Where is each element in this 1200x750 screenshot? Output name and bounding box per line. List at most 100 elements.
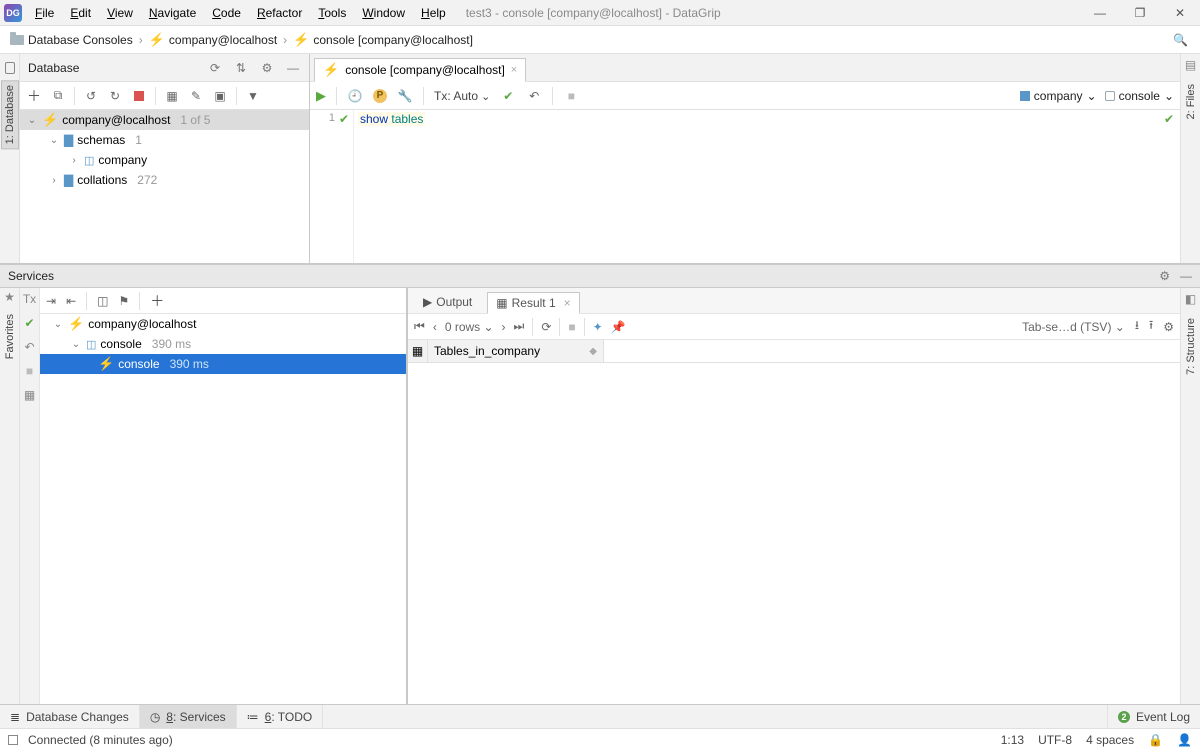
hide-panel-button[interactable]: — bbox=[285, 60, 301, 76]
window-close-button[interactable]: ✕ bbox=[1160, 0, 1200, 26]
services-tree[interactable]: ⌄ ⚡ company@localhost ⌄ ◫ console 390 ms… bbox=[40, 314, 406, 704]
add-datasource-button[interactable]: ＋ bbox=[26, 88, 42, 104]
window-minimize-button[interactable]: — bbox=[1080, 0, 1120, 26]
collapse-all-icon[interactable]: ⇤ bbox=[66, 294, 76, 308]
prev-page-icon[interactable]: ‹ bbox=[433, 320, 437, 334]
breadcrumb-root[interactable]: Database Consoles bbox=[6, 33, 137, 47]
tool-tab-favorites[interactable]: Favorites bbox=[2, 310, 18, 363]
wrench-icon[interactable]: 🔧 bbox=[397, 88, 413, 104]
window-maximize-button[interactable]: ❐ bbox=[1120, 0, 1160, 26]
add-service-button[interactable]: ＋ bbox=[150, 291, 164, 311]
tree-node-collations[interactable]: › ▇ collations 272 bbox=[20, 170, 309, 190]
menu-edit[interactable]: Edit bbox=[62, 3, 99, 23]
sync-icon[interactable]: ⟳ bbox=[207, 60, 223, 76]
stop-button[interactable] bbox=[131, 88, 147, 104]
download-icon[interactable]: ⭳ bbox=[1135, 316, 1139, 337]
close-tab-icon[interactable]: × bbox=[564, 296, 571, 310]
export-format-dropdown[interactable]: Tab-se…d (TSV) ⌄ bbox=[1022, 320, 1125, 334]
expand-all-icon[interactable]: ⇥ bbox=[46, 294, 56, 308]
files-stripe-icon[interactable]: ▤ bbox=[1185, 58, 1196, 72]
tx-mode-dropdown[interactable]: Tx: Auto ⌄ bbox=[434, 89, 490, 103]
duplicate-icon[interactable]: ⧉ bbox=[50, 88, 66, 104]
grid-column-header[interactable]: Tables_in_company◆ bbox=[428, 340, 604, 362]
search-everywhere-icon[interactable]: 🔍 bbox=[1173, 33, 1188, 47]
tab-result-1[interactable]: ▦Result 1× bbox=[487, 292, 579, 314]
history-icon[interactable]: 🕘 bbox=[347, 88, 363, 104]
gear-icon[interactable]: ⚙ bbox=[1163, 320, 1174, 334]
menu-refactor[interactable]: Refactor bbox=[249, 3, 310, 23]
breadcrumb-connection[interactable]: ⚡company@localhost bbox=[145, 32, 281, 48]
tx-icon[interactable]: Tx bbox=[23, 292, 36, 306]
sort-icon[interactable]: ◆ bbox=[589, 346, 597, 357]
indent-settings[interactable]: 4 spaces bbox=[1086, 733, 1134, 747]
run-button[interactable]: ▶ bbox=[316, 88, 326, 104]
status-icon[interactable] bbox=[8, 735, 18, 745]
rollback-icon[interactable]: ↶ bbox=[526, 88, 542, 104]
memory-indicator-icon[interactable]: 👤 bbox=[1177, 733, 1192, 747]
menu-tools[interactable]: Tools bbox=[310, 3, 354, 23]
caret-position[interactable]: 1:13 bbox=[1001, 733, 1024, 747]
svc-node-run-selected[interactable]: ⚡ console 390 ms bbox=[40, 354, 406, 374]
last-page-icon[interactable]: ⏭ bbox=[514, 319, 525, 334]
database-tree[interactable]: ⌄ ⚡ company@localhost 1 of 5 ⌄ ▇ schemas… bbox=[20, 110, 309, 263]
tool-tab-structure[interactable]: 7: Structure bbox=[1183, 314, 1199, 379]
upload-icon[interactable]: ⭱ bbox=[1149, 316, 1153, 337]
file-encoding[interactable]: UTF-8 bbox=[1038, 733, 1072, 747]
tool-tab-database[interactable]: 1: Database bbox=[1, 80, 19, 149]
edit-icon[interactable]: ✎ bbox=[188, 88, 204, 104]
tree-node-schema-company[interactable]: › ◫ company bbox=[20, 150, 309, 170]
tree-node-connection[interactable]: ⌄ ⚡ company@localhost 1 of 5 bbox=[20, 110, 309, 130]
btab-services[interactable]: ◷8: Services bbox=[140, 705, 237, 729]
menu-view[interactable]: View bbox=[99, 3, 141, 23]
menu-file[interactable]: File bbox=[27, 3, 62, 23]
result-grid-body[interactable] bbox=[408, 363, 1180, 704]
gear-icon[interactable]: ⚙ bbox=[1159, 269, 1170, 283]
reload-icon[interactable]: ⟳ bbox=[541, 320, 551, 334]
commit-icon[interactable]: ✔ bbox=[500, 88, 516, 104]
layout-icon[interactable]: ▦ bbox=[24, 388, 35, 402]
database-stripe-icon bbox=[5, 62, 15, 74]
console-open-icon[interactable]: ▣ bbox=[212, 88, 228, 104]
breadcrumb-console[interactable]: ⚡console [company@localhost] bbox=[289, 32, 477, 48]
stop-icon[interactable]: ■ bbox=[26, 364, 33, 378]
console-selector[interactable]: console ⌄ bbox=[1105, 89, 1174, 103]
btab-event-log[interactable]: 2Event Log bbox=[1107, 705, 1200, 729]
refresh-icon[interactable]: ↺ bbox=[83, 88, 99, 104]
code-editor[interactable]: show tables ✔ bbox=[354, 110, 1180, 263]
funnel-icon[interactable]: ▼ bbox=[245, 88, 261, 104]
run-marker-icon[interactable]: ✔ bbox=[339, 112, 349, 263]
compare-icon[interactable]: ✦ bbox=[593, 320, 603, 334]
tree-node-schemas[interactable]: ⌄ ▇ schemas 1 bbox=[20, 130, 309, 150]
close-tab-icon[interactable]: × bbox=[511, 64, 517, 76]
explain-plan-icon[interactable]: P bbox=[373, 89, 387, 103]
menu-navigate[interactable]: Navigate bbox=[141, 3, 204, 23]
svc-node-connection[interactable]: ⌄ ⚡ company@localhost bbox=[40, 314, 406, 334]
tab-output[interactable]: ▶Output bbox=[414, 291, 481, 313]
editor-tab-console[interactable]: ⚡ console [company@localhost] × bbox=[314, 58, 526, 82]
check-icon[interactable]: ✔ bbox=[24, 316, 34, 330]
schema-selector[interactable]: company ⌄ bbox=[1020, 89, 1097, 103]
pin-icon[interactable]: 📌 bbox=[611, 320, 626, 334]
grid-row-corner[interactable]: ▦ bbox=[408, 340, 428, 362]
hide-panel-button[interactable]: — bbox=[1180, 269, 1192, 283]
sync-icon[interactable]: ↻ bbox=[107, 88, 123, 104]
rows-dropdown[interactable]: 0 rows ⌄ bbox=[445, 320, 494, 334]
stop-icon[interactable]: ■ bbox=[568, 320, 575, 334]
btab-todo[interactable]: ≔6: TODO bbox=[237, 705, 324, 729]
readonly-lock-icon[interactable]: 🔒 bbox=[1148, 733, 1163, 747]
stop-icon[interactable]: ■ bbox=[563, 88, 579, 104]
tool-tab-files[interactable]: 2: Files bbox=[1183, 80, 1199, 123]
menu-window[interactable]: Window bbox=[354, 3, 413, 23]
next-page-icon[interactable]: › bbox=[502, 320, 506, 334]
svc-node-console[interactable]: ⌄ ◫ console 390 ms bbox=[40, 334, 406, 354]
first-page-icon[interactable]: ⏮ bbox=[414, 319, 425, 334]
filter-icon[interactable]: ⇅ bbox=[233, 60, 249, 76]
menu-code[interactable]: Code bbox=[204, 3, 249, 23]
btab-database-changes[interactable]: ≣Database Changes bbox=[0, 705, 140, 729]
group-icon[interactable]: ◫ bbox=[97, 294, 108, 308]
rollback-icon[interactable]: ↶ bbox=[24, 340, 34, 354]
gear-icon[interactable]: ⚙ bbox=[259, 60, 275, 76]
menu-help[interactable]: Help bbox=[413, 3, 454, 23]
table-icon[interactable]: ▦ bbox=[164, 88, 180, 104]
bookmark-icon[interactable]: ⚑ bbox=[118, 294, 129, 308]
